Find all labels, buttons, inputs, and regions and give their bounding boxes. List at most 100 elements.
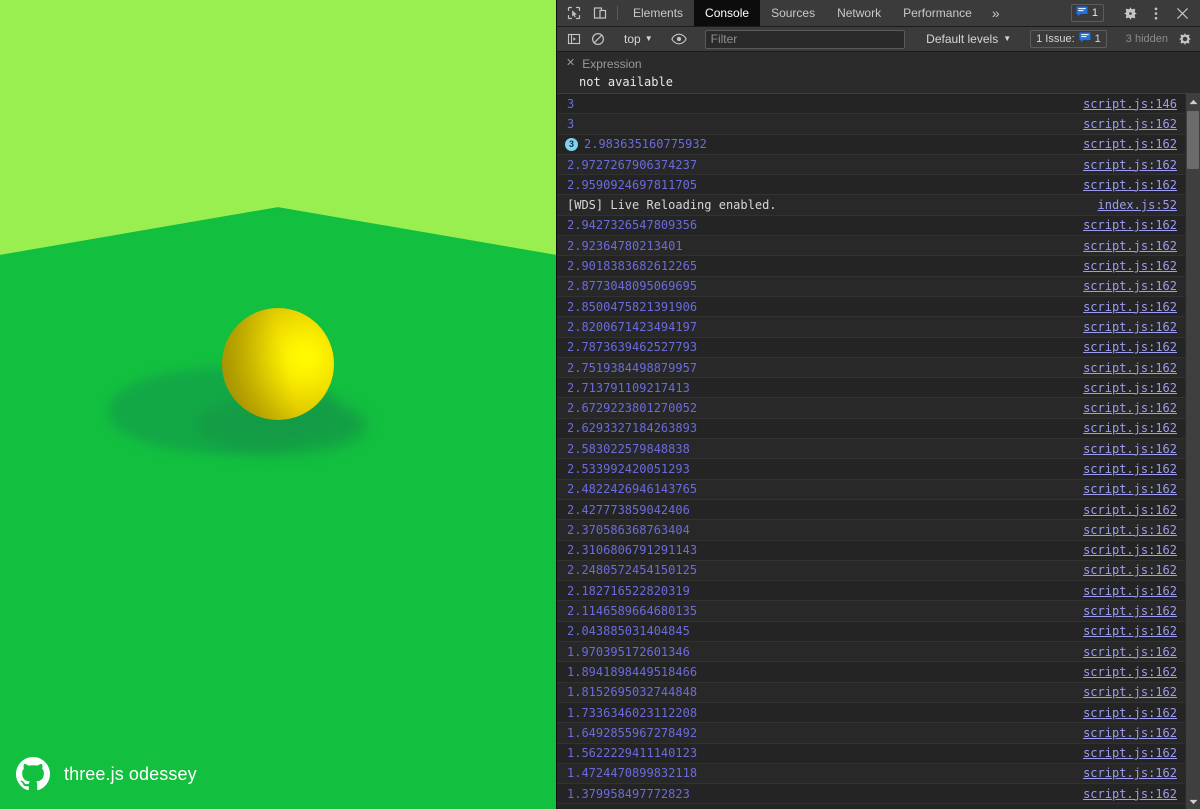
console-source-link[interactable]: script.js:162 [1083,766,1177,780]
console-source-link[interactable]: script.js:162 [1083,523,1177,537]
console-log-row[interactable]: 2.182716522820319 script.js:162 [557,581,1185,602]
scroll-up-icon[interactable] [1186,94,1200,109]
gear-icon[interactable] [1117,6,1143,21]
console-source-link[interactable]: script.js:162 [1083,279,1177,293]
console-log-row[interactable]: 2.2480572454150125 script.js:162 [557,560,1185,582]
console-log-row[interactable]: 2.6729223801270052 script.js:162 [557,398,1185,419]
console-log-text: 2.1146589664680135 [567,604,698,619]
console-log-row[interactable]: 2.6293327184263893 script.js:162 [557,418,1185,440]
console-log-row[interactable]: 2.9590924697811705 script.js:162 [557,175,1185,196]
console-log-row[interactable]: 1.7336346023112208 script.js:162 [557,702,1185,724]
clear-console-icon[interactable] [586,29,610,50]
console-sidebar-icon[interactable] [562,29,586,50]
filter-input[interactable] [704,29,905,49]
tab-elements[interactable]: Elements [622,0,694,26]
console-source-link[interactable]: script.js:162 [1083,604,1177,618]
console-source-link[interactable]: script.js:162 [1083,158,1177,172]
close-icon[interactable] [1169,7,1195,20]
console-source-link[interactable]: script.js:162 [1083,685,1177,699]
execution-context-select[interactable]: top ▼ [619,32,658,46]
console-log-area[interactable]: 3 script.js:146 3 script.js:162 3 2.983635160… [557,94,1200,809]
console-log-row[interactable]: 1.6492855967278492 script.js:162 [557,723,1185,744]
console-source-link[interactable]: script.js:162 [1083,462,1177,476]
console-log-row[interactable]: 2.9727267906374237 script.js:162 [557,154,1185,176]
console-log-row[interactable]: 2.1146589664680135 script.js:162 [557,601,1185,622]
console-log-row[interactable]: 1.8152695032744848 script.js:162 [557,682,1185,703]
console-log-row[interactable]: 2.043885031404845 script.js:162 [557,621,1185,643]
threejs-viewport[interactable]: three.js odessey [0,0,556,809]
scrollbar-thumb[interactable] [1187,111,1199,169]
close-icon-expression[interactable]: ✕ [566,58,575,69]
tab-sources[interactable]: Sources [760,0,826,26]
console-source-link[interactable]: script.js:162 [1083,645,1177,659]
console-log-row[interactable]: 2.8200671423494197 script.js:162 [557,317,1185,338]
message-count-badge[interactable]: 1 [1070,4,1104,22]
console-log-row[interactable]: 2.533992420051293 script.js:162 [557,459,1185,480]
inspect-element-icon[interactable] [561,0,587,26]
console-source-link[interactable]: script.js:162 [1083,218,1177,232]
scroll-down-icon[interactable] [1186,794,1200,809]
console-log-row[interactable]: 2.9427326547809356 script.js:162 [557,215,1185,237]
console-source-link[interactable]: script.js:162 [1083,746,1177,760]
more-tabs-button[interactable]: » [983,0,1009,26]
console-source-link[interactable]: script.js:162 [1083,361,1177,375]
console-log-row[interactable]: 1.8941898449518466 script.js:162 [557,662,1185,683]
live-expression-icon[interactable] [667,29,691,50]
console-log-row[interactable]: 2.713791109217413 script.js:162 [557,378,1185,399]
console-source-link[interactable]: script.js:162 [1083,117,1177,131]
console-source-link[interactable]: script.js:162 [1083,300,1177,314]
issues-count: 1 [1094,33,1101,45]
console-source-link[interactable]: script.js:162 [1083,584,1177,598]
tab-network[interactable]: Network [826,0,892,26]
console-source-link[interactable]: script.js:162 [1083,706,1177,720]
console-source-link[interactable]: script.js:162 [1083,563,1177,577]
console-log-row[interactable]: 1.5622229411140123 script.js:162 [557,743,1185,764]
console-log-row[interactable]: 3 script.js:162 [557,114,1185,135]
console-log-row[interactable]: [WDS] Live Reloading enabled. index.js:52 [557,195,1185,216]
console-source-link[interactable]: script.js:162 [1083,624,1177,638]
console-log-row[interactable]: 3 script.js:146 [557,94,1185,115]
console-source-link[interactable]: script.js:162 [1083,442,1177,456]
console-log-row[interactable]: 2.7873639462527793 script.js:162 [557,337,1185,358]
console-log-row[interactable]: 3 2.983635160775932 script.js:162 [557,134,1185,155]
console-source-link[interactable]: script.js:162 [1083,137,1177,151]
console-source-link[interactable]: script.js:162 [1083,401,1177,415]
console-log-row[interactable]: 2.583022579848838 script.js:162 [557,439,1185,460]
console-source-link[interactable]: script.js:162 [1083,543,1177,557]
console-source-link[interactable]: index.js:52 [1098,198,1177,212]
github-ribbon-link[interactable]: three.js odessey [16,757,197,791]
console-source-link[interactable]: script.js:162 [1083,178,1177,192]
log-levels-select[interactable]: Default levels ▼ [920,32,1017,46]
device-toolbar-icon[interactable] [587,0,613,26]
console-source-link[interactable]: script.js:162 [1083,381,1177,395]
console-source-link[interactable]: script.js:162 [1083,787,1177,801]
issues-button[interactable]: 1 Issue: 1 [1030,30,1107,48]
console-scrollbar[interactable] [1185,94,1200,809]
console-log-row[interactable]: 2.8773048095069695 script.js:162 [557,276,1185,297]
tab-performance[interactable]: Performance [892,0,983,26]
console-settings-icon[interactable] [1174,32,1196,46]
console-source-link[interactable]: script.js:162 [1083,239,1177,253]
console-log-row[interactable]: 2.4822426946143765 script.js:162 [557,479,1185,500]
console-log-row[interactable]: 1.379958497772823 script.js:162 [557,784,1185,805]
console-log-row[interactable]: 2.9018383682612265 script.js:162 [557,256,1185,277]
console-log-row[interactable]: 2.7519384498879957 script.js:162 [557,357,1185,379]
console-source-link[interactable]: script.js:146 [1083,97,1177,111]
console-log-row[interactable]: 2.3106806791291143 script.js:162 [557,540,1185,561]
console-source-link[interactable]: script.js:162 [1083,421,1177,435]
kebab-menu-icon[interactable] [1143,6,1169,21]
console-source-link[interactable]: script.js:162 [1083,320,1177,334]
console-log-row[interactable]: 2.427773859042406 script.js:162 [557,499,1185,521]
console-source-link[interactable]: script.js:162 [1083,259,1177,273]
console-log-row[interactable]: 2.8500475821391906 script.js:162 [557,296,1185,318]
console-source-link[interactable]: script.js:162 [1083,665,1177,679]
console-log-row[interactable]: 2.92364780213401 script.js:162 [557,236,1185,257]
tab-console[interactable]: Console [694,0,761,26]
console-source-link[interactable]: script.js:162 [1083,340,1177,354]
console-source-link[interactable]: script.js:162 [1083,726,1177,740]
console-log-row[interactable]: 1.970395172601346 script.js:162 [557,642,1185,663]
console-source-link[interactable]: script.js:162 [1083,503,1177,517]
console-log-row[interactable]: 1.4724470899832118 script.js:162 [557,763,1185,785]
console-log-row[interactable]: 2.370586368763404 script.js:162 [557,520,1185,541]
console-source-link[interactable]: script.js:162 [1083,482,1177,496]
